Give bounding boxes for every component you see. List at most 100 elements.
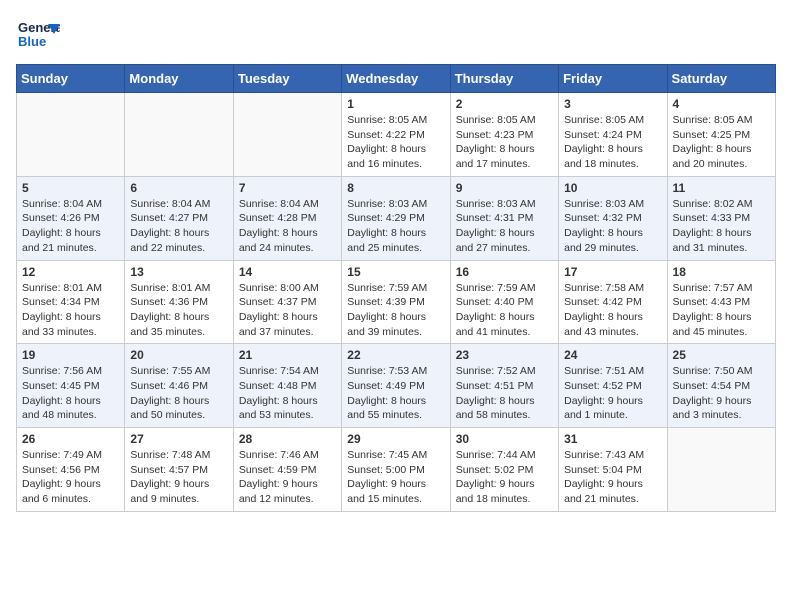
calendar-cell — [125, 93, 233, 177]
calendar-cell: 21 Sunrise: 7:54 AM Sunset: 4:48 PM Dayli… — [233, 344, 341, 428]
day-info: Sunrise: 7:59 AM Sunset: 4:40 PM Dayligh… — [456, 281, 553, 340]
day-info: Sunrise: 8:05 AM Sunset: 4:23 PM Dayligh… — [456, 113, 553, 172]
day-number: 5 — [22, 181, 119, 195]
weekday-header-tuesday: Tuesday — [233, 65, 341, 93]
day-number: 31 — [564, 432, 661, 446]
calendar-cell: 30Sunrise: 7:44 AM Sunset: 5:02 PM Dayli… — [450, 428, 558, 512]
day-info: Sunrise: 7:58 AM Sunset: 4:42 PM Dayligh… — [564, 281, 661, 340]
weekday-header-monday: Monday — [125, 65, 233, 93]
calendar-cell: 9 Sunrise: 8:03 AM Sunset: 4:31 PM Daylig… — [450, 176, 558, 260]
day-number: 8 — [347, 181, 444, 195]
day-info: Sunrise: 7:55 AM Sunset: 4:46 PM Dayligh… — [130, 364, 227, 423]
calendar-cell: 6Sunrise: 8:04 AM Sunset: 4:27 PM Daylig… — [125, 176, 233, 260]
calendar-cell: 23 Sunrise: 7:52 AM Sunset: 4:51 PM Dayli… — [450, 344, 558, 428]
weekday-header-thursday: Thursday — [450, 65, 558, 93]
calendar-cell — [667, 428, 775, 512]
svg-text:Blue: Blue — [18, 34, 46, 49]
day-info: Sunrise: 7:48 AM Sunset: 4:57 PM Dayligh… — [130, 448, 227, 507]
calendar-cell: 12 Sunrise: 8:01 AM Sunset: 4:34 PM Dayli… — [17, 260, 125, 344]
calendar-cell: 18 Sunrise: 7:57 AM Sunset: 4:43 PM Dayli… — [667, 260, 775, 344]
calendar-cell: 16 Sunrise: 7:59 AM Sunset: 4:40 PM Dayli… — [450, 260, 558, 344]
day-number: 23 — [456, 348, 553, 362]
day-info: Sunrise: 8:03 AM Sunset: 4:32 PM Dayligh… — [564, 197, 661, 256]
day-info: Sunrise: 7:51 AM Sunset: 4:52 PM Dayligh… — [564, 364, 661, 423]
day-info: Sunrise: 7:43 AM Sunset: 5:04 PM Dayligh… — [564, 448, 661, 507]
day-info: Sunrise: 7:56 AM Sunset: 4:45 PM Dayligh… — [22, 364, 119, 423]
calendar-cell: 8Sunrise: 8:03 AM Sunset: 4:29 PM Daylig… — [342, 176, 450, 260]
day-info: Sunrise: 8:03 AM Sunset: 4:31 PM Dayligh… — [456, 197, 553, 256]
day-info: Sunrise: 8:04 AM Sunset: 4:27 PM Dayligh… — [130, 197, 227, 256]
calendar-cell: 3 Sunrise: 8:05 AM Sunset: 4:24 PM Daylig… — [559, 93, 667, 177]
day-info: Sunrise: 7:44 AM Sunset: 5:02 PM Dayligh… — [456, 448, 553, 507]
day-number: 29 — [347, 432, 444, 446]
day-info: Sunrise: 7:50 AM Sunset: 4:54 PM Dayligh… — [673, 364, 770, 423]
calendar-cell: 22 Sunrise: 7:53 AM Sunset: 4:49 PM Dayli… — [342, 344, 450, 428]
day-info: Sunrise: 8:00 AM Sunset: 4:37 PM Dayligh… — [239, 281, 336, 340]
day-number: 28 — [239, 432, 336, 446]
day-number: 22 — [347, 348, 444, 362]
calendar-cell: 26Sunrise: 7:49 AM Sunset: 4:56 PM Dayli… — [17, 428, 125, 512]
calendar-table: SundayMondayTuesdayWednesdayThursdayFrid… — [16, 64, 776, 512]
day-number: 24 — [564, 348, 661, 362]
day-number: 20 — [130, 348, 227, 362]
weekday-header-sunday: Sunday — [17, 65, 125, 93]
calendar-cell — [17, 93, 125, 177]
day-info: Sunrise: 8:01 AM Sunset: 4:36 PM Dayligh… — [130, 281, 227, 340]
day-info: Sunrise: 7:57 AM Sunset: 4:43 PM Dayligh… — [673, 281, 770, 340]
calendar-cell: 4 Sunrise: 8:05 AM Sunset: 4:25 PM Daylig… — [667, 93, 775, 177]
day-info: Sunrise: 8:05 AM Sunset: 4:22 PM Dayligh… — [347, 113, 444, 172]
day-number: 12 — [22, 265, 119, 279]
day-info: Sunrise: 8:05 AM Sunset: 4:25 PM Dayligh… — [673, 113, 770, 172]
day-number: 27 — [130, 432, 227, 446]
day-number: 25 — [673, 348, 770, 362]
day-number: 10 — [564, 181, 661, 195]
day-number: 26 — [22, 432, 119, 446]
day-info: Sunrise: 7:59 AM Sunset: 4:39 PM Dayligh… — [347, 281, 444, 340]
calendar-cell: 20 Sunrise: 7:55 AM Sunset: 4:46 PM Dayli… — [125, 344, 233, 428]
day-number: 19 — [22, 348, 119, 362]
day-number: 2 — [456, 97, 553, 111]
day-number: 9 — [456, 181, 553, 195]
day-number: 15 — [347, 265, 444, 279]
calendar-cell: 25 Sunrise: 7:50 AM Sunset: 4:54 PM Dayli… — [667, 344, 775, 428]
day-info: Sunrise: 8:05 AM Sunset: 4:24 PM Dayligh… — [564, 113, 661, 172]
logo: General Blue — [16, 16, 60, 56]
day-info: Sunrise: 7:45 AM Sunset: 5:00 PM Dayligh… — [347, 448, 444, 507]
calendar-cell: 11Sunrise: 8:02 AM Sunset: 4:33 PM Dayli… — [667, 176, 775, 260]
calendar-cell: 7 Sunrise: 8:04 AM Sunset: 4:28 PM Daylig… — [233, 176, 341, 260]
calendar-cell: 28Sunrise: 7:46 AM Sunset: 4:59 PM Dayli… — [233, 428, 341, 512]
calendar-cell — [233, 93, 341, 177]
day-number: 3 — [564, 97, 661, 111]
day-info: Sunrise: 8:01 AM Sunset: 4:34 PM Dayligh… — [22, 281, 119, 340]
day-info: Sunrise: 7:53 AM Sunset: 4:49 PM Dayligh… — [347, 364, 444, 423]
weekday-header-wednesday: Wednesday — [342, 65, 450, 93]
calendar-cell: 1 Sunrise: 8:05 AM Sunset: 4:22 PM Daylig… — [342, 93, 450, 177]
logo-icon: General Blue — [16, 16, 60, 56]
day-number: 16 — [456, 265, 553, 279]
calendar-cell: 19 Sunrise: 7:56 AM Sunset: 4:45 PM Dayli… — [17, 344, 125, 428]
day-info: Sunrise: 7:52 AM Sunset: 4:51 PM Dayligh… — [456, 364, 553, 423]
calendar-cell: 2 Sunrise: 8:05 AM Sunset: 4:23 PM Daylig… — [450, 93, 558, 177]
weekday-header-friday: Friday — [559, 65, 667, 93]
day-number: 21 — [239, 348, 336, 362]
calendar-cell: 15 Sunrise: 7:59 AM Sunset: 4:39 PM Dayli… — [342, 260, 450, 344]
page-header: General Blue — [16, 16, 776, 56]
day-number: 1 — [347, 97, 444, 111]
calendar-cell: 10 Sunrise: 8:03 AM Sunset: 4:32 PM Dayli… — [559, 176, 667, 260]
day-number: 13 — [130, 265, 227, 279]
day-info: Sunrise: 8:04 AM Sunset: 4:26 PM Dayligh… — [22, 197, 119, 256]
day-info: Sunrise: 8:02 AM Sunset: 4:33 PM Dayligh… — [673, 197, 770, 256]
day-info: Sunrise: 8:04 AM Sunset: 4:28 PM Dayligh… — [239, 197, 336, 256]
calendar-cell: 27 Sunrise: 7:48 AM Sunset: 4:57 PM Dayli… — [125, 428, 233, 512]
day-number: 17 — [564, 265, 661, 279]
day-info: Sunrise: 7:54 AM Sunset: 4:48 PM Dayligh… — [239, 364, 336, 423]
calendar-cell: 5 Sunrise: 8:04 AM Sunset: 4:26 PM Daylig… — [17, 176, 125, 260]
calendar-cell: 31 Sunrise: 7:43 AM Sunset: 5:04 PM Dayli… — [559, 428, 667, 512]
day-number: 4 — [673, 97, 770, 111]
calendar-cell: 29 Sunrise: 7:45 AM Sunset: 5:00 PM Dayli… — [342, 428, 450, 512]
weekday-header-saturday: Saturday — [667, 65, 775, 93]
calendar-cell: 24 Sunrise: 7:51 AM Sunset: 4:52 PM Dayli… — [559, 344, 667, 428]
day-number: 18 — [673, 265, 770, 279]
day-number: 7 — [239, 181, 336, 195]
calendar-cell: 14Sunrise: 8:00 AM Sunset: 4:37 PM Dayli… — [233, 260, 341, 344]
